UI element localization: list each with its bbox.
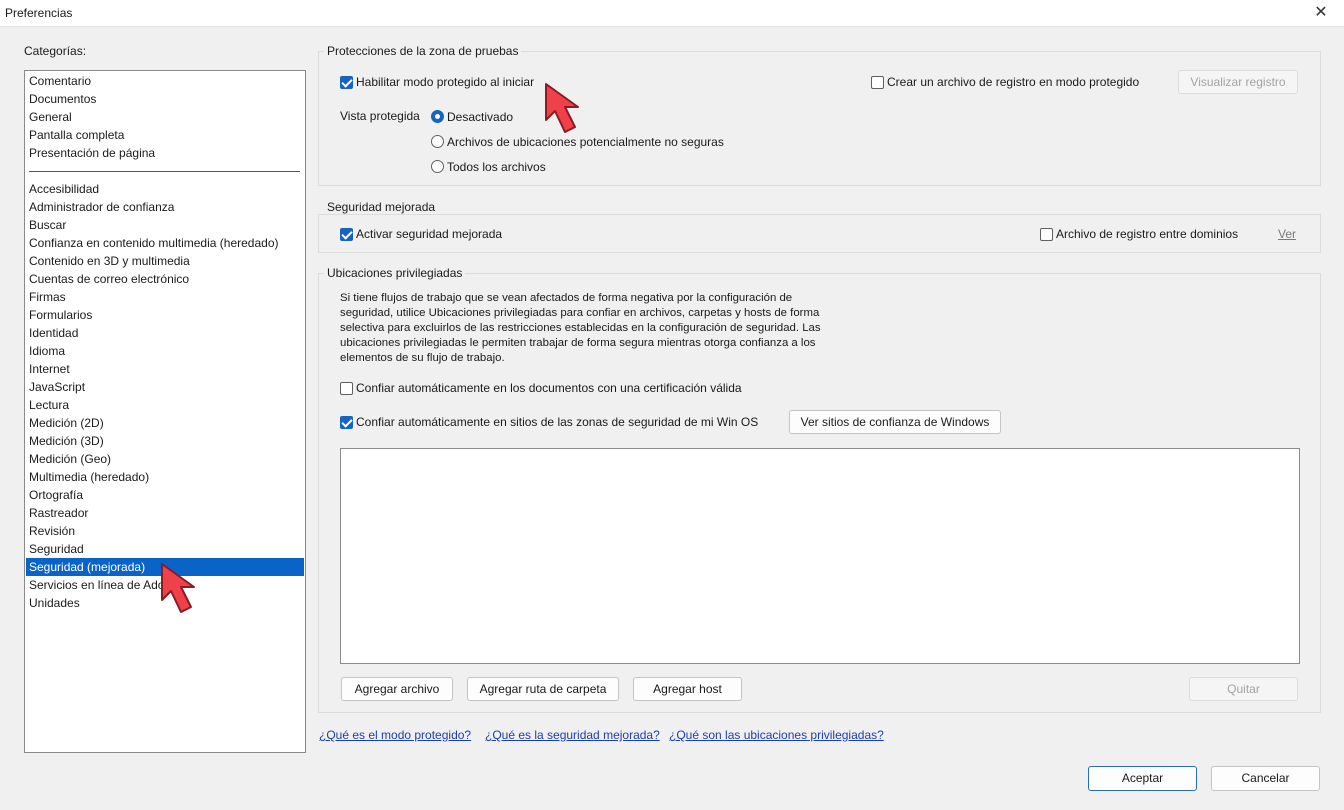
- close-icon[interactable]: ✕: [1308, 2, 1334, 24]
- category-item[interactable]: Medición (Geo): [26, 450, 304, 468]
- radio-unsafe-locations[interactable]: [431, 135, 444, 148]
- privileged-description: Si tiene flujos de trabajo que se vean a…: [340, 292, 821, 364]
- category-item[interactable]: Comentario: [26, 72, 304, 90]
- enhanced-security-label: Activar seguridad mejorada: [356, 227, 503, 241]
- radio-disabled[interactable]: [431, 110, 444, 123]
- category-item[interactable]: Administrador de confianza: [26, 198, 304, 216]
- category-item[interactable]: JavaScript: [26, 378, 304, 396]
- category-item[interactable]: Accesibilidad: [26, 180, 304, 198]
- window-title: Preferencias: [5, 6, 73, 20]
- enhanced-security-title: Seguridad mejorada: [324, 200, 439, 214]
- radio-disabled-label: Desactivado: [447, 110, 514, 124]
- trust-certified-checkbox[interactable]: [340, 382, 353, 395]
- enhanced-security-checkbox[interactable]: [340, 228, 353, 241]
- protected-mode-label: Habilitar modo protegido al iniciar: [356, 75, 535, 89]
- category-item[interactable]: Seguridad: [26, 540, 304, 558]
- category-item[interactable]: Pantalla completa: [26, 126, 304, 144]
- red-arrow-cursor-icon: [161, 563, 195, 613]
- windows-trusted-sites-button[interactable]: Ver sitios de confianza de Windows: [789, 410, 1001, 434]
- sandbox-group-title: Protecciones de la zona de pruebas: [324, 44, 522, 58]
- category-item[interactable]: Rastreador: [26, 504, 304, 522]
- protected-view-label: Vista protegida: [340, 109, 420, 123]
- log-file-checkbox[interactable]: [871, 76, 884, 89]
- category-item[interactable]: Medición (2D): [26, 414, 304, 432]
- category-item[interactable]: Buscar: [26, 216, 304, 234]
- add-host-button[interactable]: Agregar host: [633, 677, 742, 701]
- help-link-protected-mode[interactable]: ¿Qué es el modo protegido?: [319, 728, 471, 742]
- categories-list[interactable]: Comentario Documentos General Pantalla c…: [24, 70, 306, 753]
- category-item[interactable]: Firmas: [26, 288, 304, 306]
- category-item[interactable]: Cuentas de correo electrónico: [26, 270, 304, 288]
- category-item[interactable]: Contenido en 3D y multimedia: [26, 252, 304, 270]
- crossdomain-log-label: Archivo de registro entre dominios: [1056, 227, 1239, 241]
- category-item[interactable]: Confianza en contenido multimedia (hered…: [26, 234, 304, 252]
- trust-certified-label: Confiar automáticamente en los documento…: [356, 381, 742, 395]
- view-log-button[interactable]: Visualizar registro: [1178, 70, 1298, 94]
- privileged-locations-list[interactable]: [340, 448, 1300, 664]
- category-item[interactable]: Internet: [26, 360, 304, 378]
- category-item[interactable]: Documentos: [26, 90, 304, 108]
- cancel-button[interactable]: Cancelar: [1211, 766, 1320, 791]
- category-item[interactable]: Identidad: [26, 324, 304, 342]
- category-item[interactable]: Idioma: [26, 342, 304, 360]
- title-bar: Preferencias ✕: [0, 0, 1344, 27]
- category-item[interactable]: Presentación de página: [26, 144, 304, 162]
- red-arrow-cursor-icon: [545, 83, 579, 133]
- category-item[interactable]: Revisión: [26, 522, 304, 540]
- category-item[interactable]: Multimedia (heredado): [26, 468, 304, 486]
- help-link-enhanced-security[interactable]: ¿Qué es la seguridad mejorada?: [485, 728, 660, 742]
- add-folder-button[interactable]: Agregar ruta de carpeta: [467, 677, 619, 701]
- category-item[interactable]: Formularios: [26, 306, 304, 324]
- privileged-locations-title: Ubicaciones privilegiadas: [324, 266, 466, 280]
- category-separator: [29, 171, 300, 172]
- log-file-label: Crear un archivo de registro en modo pro…: [887, 75, 1140, 89]
- add-file-button[interactable]: Agregar archivo: [341, 677, 453, 701]
- category-item[interactable]: Lectura: [26, 396, 304, 414]
- category-item[interactable]: Medición (3D): [26, 432, 304, 450]
- category-item[interactable]: General: [26, 108, 304, 126]
- protected-mode-checkbox[interactable]: [340, 76, 353, 89]
- trust-winos-checkbox[interactable]: [340, 416, 353, 429]
- categories-label: Categorías:: [24, 44, 87, 58]
- trust-winos-label: Confiar automáticamente en sitios de las…: [356, 415, 759, 429]
- crossdomain-log-checkbox[interactable]: [1040, 228, 1053, 241]
- radio-all-files-label: Todos los archivos: [447, 160, 546, 174]
- view-log-link[interactable]: Ver: [1278, 227, 1296, 241]
- category-item[interactable]: Ortografía: [26, 486, 304, 504]
- help-link-privileged-locations[interactable]: ¿Qué son las ubicaciones privilegiadas?: [669, 728, 884, 742]
- ok-button[interactable]: Aceptar: [1088, 766, 1197, 791]
- radio-all-files[interactable]: [431, 160, 444, 173]
- remove-button[interactable]: Quitar: [1189, 677, 1298, 701]
